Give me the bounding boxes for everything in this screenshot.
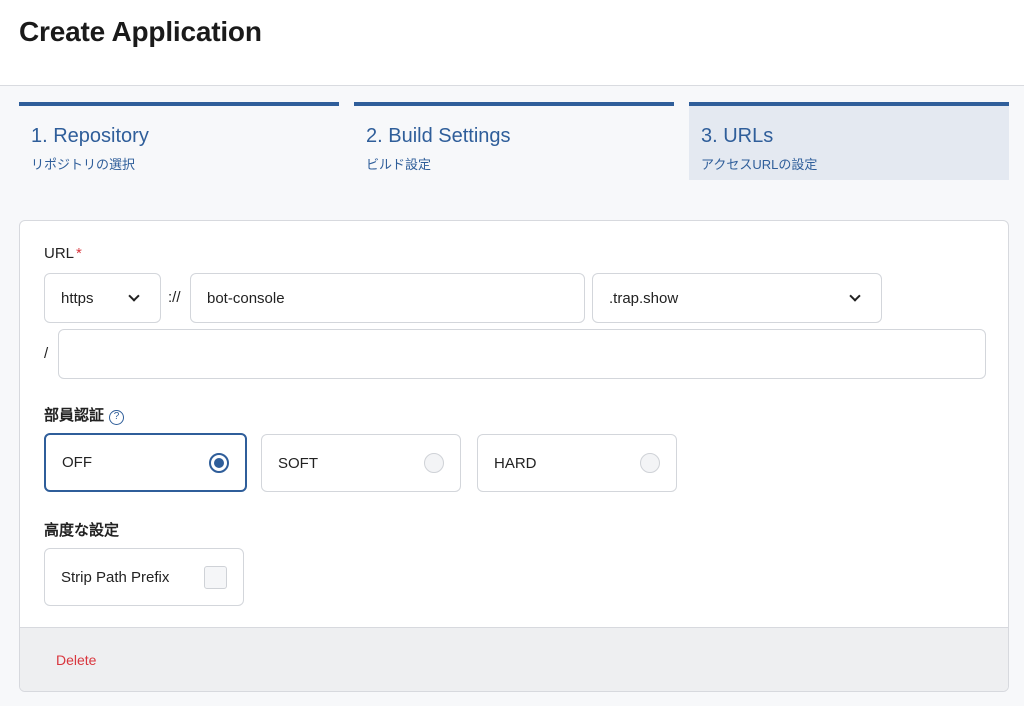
stepper: 1. Repository リポジトリの選択 2. Build Settings… (19, 102, 1009, 182)
subdomain-input[interactable]: bot-console (190, 273, 585, 323)
domain-value: .trap.show (609, 289, 679, 307)
auth-option-soft[interactable]: SOFT (261, 434, 461, 492)
strip-path-prefix-toggle[interactable]: Strip Path Prefix (44, 548, 244, 606)
question-circle-icon[interactable]: ? (109, 410, 125, 425)
url-settings-card: URL * https :// bot-console .trap.show / … (19, 220, 1009, 692)
path-prefix: / (44, 345, 49, 362)
url-label: URL * (44, 245, 82, 262)
scheme-value: https (61, 289, 94, 307)
scheme-select[interactable]: https (44, 273, 161, 323)
step-subtitle: リポジトリの選択 (31, 157, 136, 172)
page-title: Create Application (19, 16, 262, 47)
auth-option-label: SOFT (278, 454, 318, 472)
path-input[interactable] (58, 329, 986, 379)
auth-label-text: 部員認証 (44, 407, 105, 424)
auth-option-off[interactable]: OFF (44, 433, 247, 492)
auth-option-hard[interactable]: HARD (477, 434, 677, 492)
step-subtitle: ビルド設定 (366, 157, 432, 172)
radio-unselected-icon (640, 453, 660, 473)
card-footer: Delete (20, 627, 1008, 691)
auth-option-label: OFF (62, 454, 92, 471)
domain-select[interactable]: .trap.show (592, 273, 882, 323)
step-title: 2. Build Settings (366, 125, 511, 147)
delete-button[interactable]: Delete (56, 652, 96, 668)
step-build-settings[interactable]: 2. Build Settings ビルド設定 (354, 102, 674, 180)
subdomain-value: bot-console (207, 289, 285, 307)
url-label-text: URL (44, 245, 75, 262)
required-mark: * (76, 245, 82, 262)
step-urls[interactable]: 3. URLs アクセスURLの設定 (689, 102, 1009, 180)
scheme-separator: :// (168, 289, 181, 306)
strip-path-prefix-label: Strip Path Prefix (61, 568, 170, 586)
step-repository[interactable]: 1. Repository リポジトリの選択 (19, 102, 339, 180)
auth-label: 部員認証? (44, 404, 125, 425)
step-title: 3. URLs (701, 125, 774, 147)
radio-selected-icon (209, 452, 229, 473)
page-header: Create Application (0, 0, 1024, 86)
chevron-down-icon (128, 290, 140, 302)
advanced-settings-label: 高度な設定 (44, 522, 120, 539)
step-subtitle: アクセスURLの設定 (701, 157, 818, 172)
chevron-down-icon (849, 290, 861, 302)
checkbox-icon[interactable] (204, 565, 227, 589)
radio-unselected-icon (424, 453, 444, 473)
step-title: 1. Repository (31, 125, 149, 147)
auth-option-label: HARD (494, 454, 537, 472)
